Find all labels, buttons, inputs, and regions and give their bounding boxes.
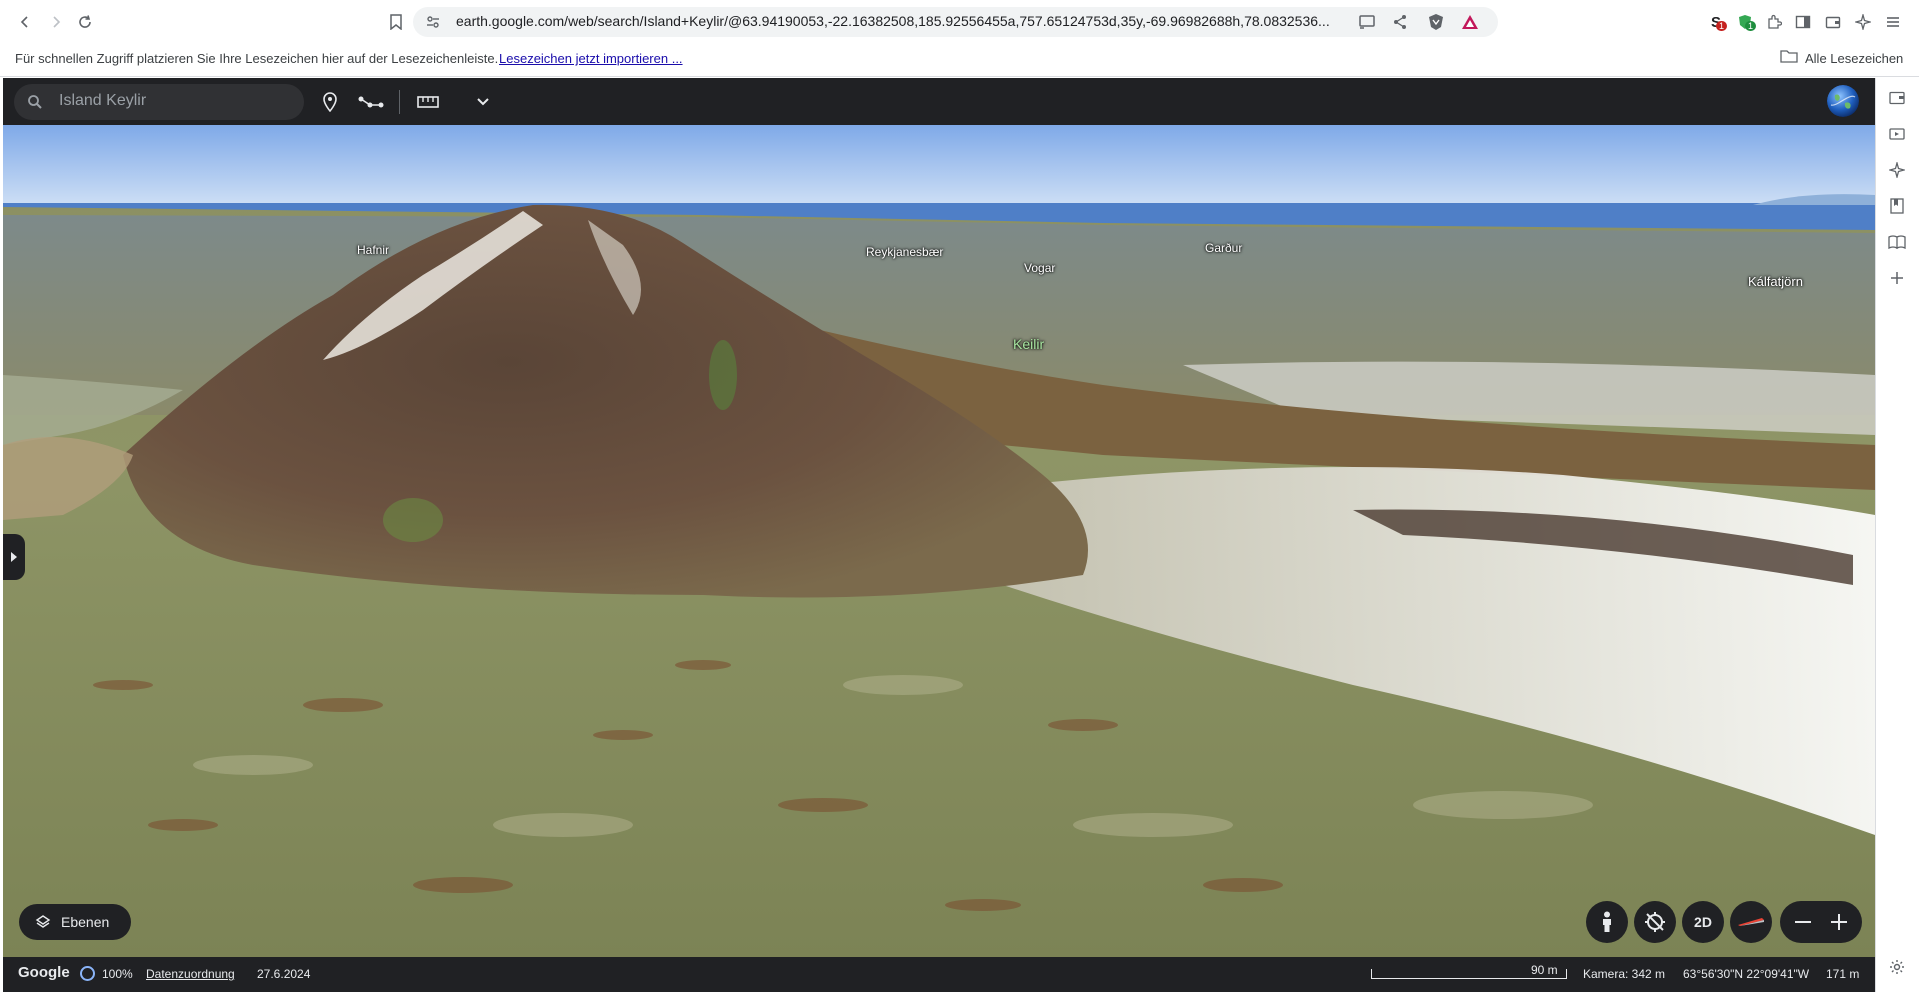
plus-icon — [1831, 914, 1847, 930]
reading-list-sidebar-icon[interactable] — [1883, 228, 1911, 256]
compass-button[interactable] — [1730, 901, 1772, 943]
leo-sidebar-icon[interactable] — [1883, 156, 1911, 184]
brave-rewards-icon[interactable] — [1458, 10, 1482, 34]
pegman-streetview-button[interactable] — [1586, 901, 1628, 943]
minus-icon — [1795, 921, 1811, 923]
header-divider — [399, 90, 400, 114]
extensions-puzzle-icon[interactable] — [1762, 10, 1786, 34]
layers-label: Ebenen — [61, 914, 110, 930]
load-percent: 100% — [102, 967, 133, 981]
tilt-off-icon — [1645, 912, 1665, 932]
share-icon[interactable] — [1388, 10, 1412, 34]
folder-icon — [1780, 49, 1798, 63]
chevron-right-icon — [11, 552, 17, 562]
browser-toolbar: earth.google.com/web/search/Island+Keyli… — [0, 0, 1919, 44]
cursor-coordinates: 63°56'30"N 22°09'41"W — [1683, 967, 1810, 981]
all-bookmarks-button[interactable]: Alle Lesezeichen — [1805, 51, 1903, 66]
place-label-gardur[interactable]: Garður — [1205, 241, 1242, 255]
layers-icon — [35, 915, 51, 928]
video-sidebar-icon[interactable] — [1883, 120, 1911, 148]
bookmark-icon[interactable] — [384, 10, 408, 34]
url-text: earth.google.com/web/search/Island+Keyli… — [456, 13, 1330, 29]
view-2d-button[interactable]: 2D — [1682, 901, 1724, 943]
extension-1-badge: 1 — [1716, 21, 1728, 31]
cast-icon[interactable] — [1355, 10, 1379, 34]
leo-ai-icon[interactable] — [1851, 10, 1875, 34]
bookmarks-hint: Für schnellen Zugriff platzieren Sie Ihr… — [15, 51, 499, 66]
bookmarks-sidebar-icon[interactable] — [1883, 192, 1911, 220]
scale-label: 90 m — [1531, 963, 1558, 977]
extension-2-badge: 1 — [1745, 21, 1757, 31]
wallet-sidebar-icon[interactable] — [1883, 84, 1911, 112]
account-avatar-globe-icon[interactable] — [1827, 85, 1859, 117]
search-icon[interactable] — [26, 93, 44, 111]
zoom-in-button[interactable] — [1824, 907, 1854, 937]
reload-icon[interactable] — [73, 10, 97, 34]
extension-2-icon[interactable]: 1 — [1733, 10, 1757, 34]
place-label-hafnir[interactable]: Hafnir — [357, 243, 389, 257]
brave-shield-icon[interactable] — [1424, 10, 1448, 34]
chevron-down-icon[interactable] — [471, 90, 495, 114]
data-attribution-link[interactable]: Datenzuordnung — [146, 967, 235, 981]
sidebar-toggle-icon[interactable] — [1791, 10, 1815, 34]
forward-icon[interactable] — [44, 10, 68, 34]
menu-icon[interactable] — [1881, 10, 1905, 34]
add-sidebar-item-icon[interactable] — [1883, 264, 1911, 292]
pegman-icon — [1603, 911, 1611, 932]
loading-ring-icon — [80, 966, 95, 981]
place-label-reykjanesbaer[interactable]: Reykjanesbær — [866, 245, 943, 259]
extension-1-icon[interactable]: S 1 — [1704, 10, 1728, 34]
place-label-kalfatjorn[interactable]: Kálfatjörn — [1748, 274, 1803, 289]
wallet-icon[interactable] — [1821, 10, 1845, 34]
back-icon[interactable] — [13, 10, 37, 34]
search-input[interactable]: Island Keylir — [59, 92, 146, 110]
place-label-vogar[interactable]: Vogar — [1024, 261, 1055, 275]
path-tool-icon[interactable] — [358, 90, 384, 114]
cursor-elevation: 171 m — [1826, 967, 1860, 981]
layers-button[interactable]: Ebenen — [19, 904, 131, 940]
zoom-out-button[interactable] — [1788, 907, 1818, 937]
side-panel-toggle[interactable] — [3, 534, 25, 580]
sidebar-settings-gear-icon[interactable] — [1883, 953, 1911, 981]
placemark-icon[interactable] — [318, 90, 342, 114]
site-settings-icon[interactable] — [421, 10, 445, 34]
disable-tilt-button[interactable] — [1634, 901, 1676, 943]
compass-needle-icon — [1738, 918, 1764, 926]
import-bookmarks-link[interactable]: Lesezeichen jetzt importieren ... — [499, 51, 683, 66]
ruler-icon[interactable] — [415, 90, 441, 114]
place-label-keilir[interactable]: Keilir — [1013, 336, 1044, 352]
camera-altitude: Kamera: 342 m — [1583, 967, 1666, 981]
imagery-date: 27.6.2024 — [257, 967, 311, 981]
google-logo: Google — [18, 964, 70, 981]
search-box[interactable] — [14, 84, 304, 120]
